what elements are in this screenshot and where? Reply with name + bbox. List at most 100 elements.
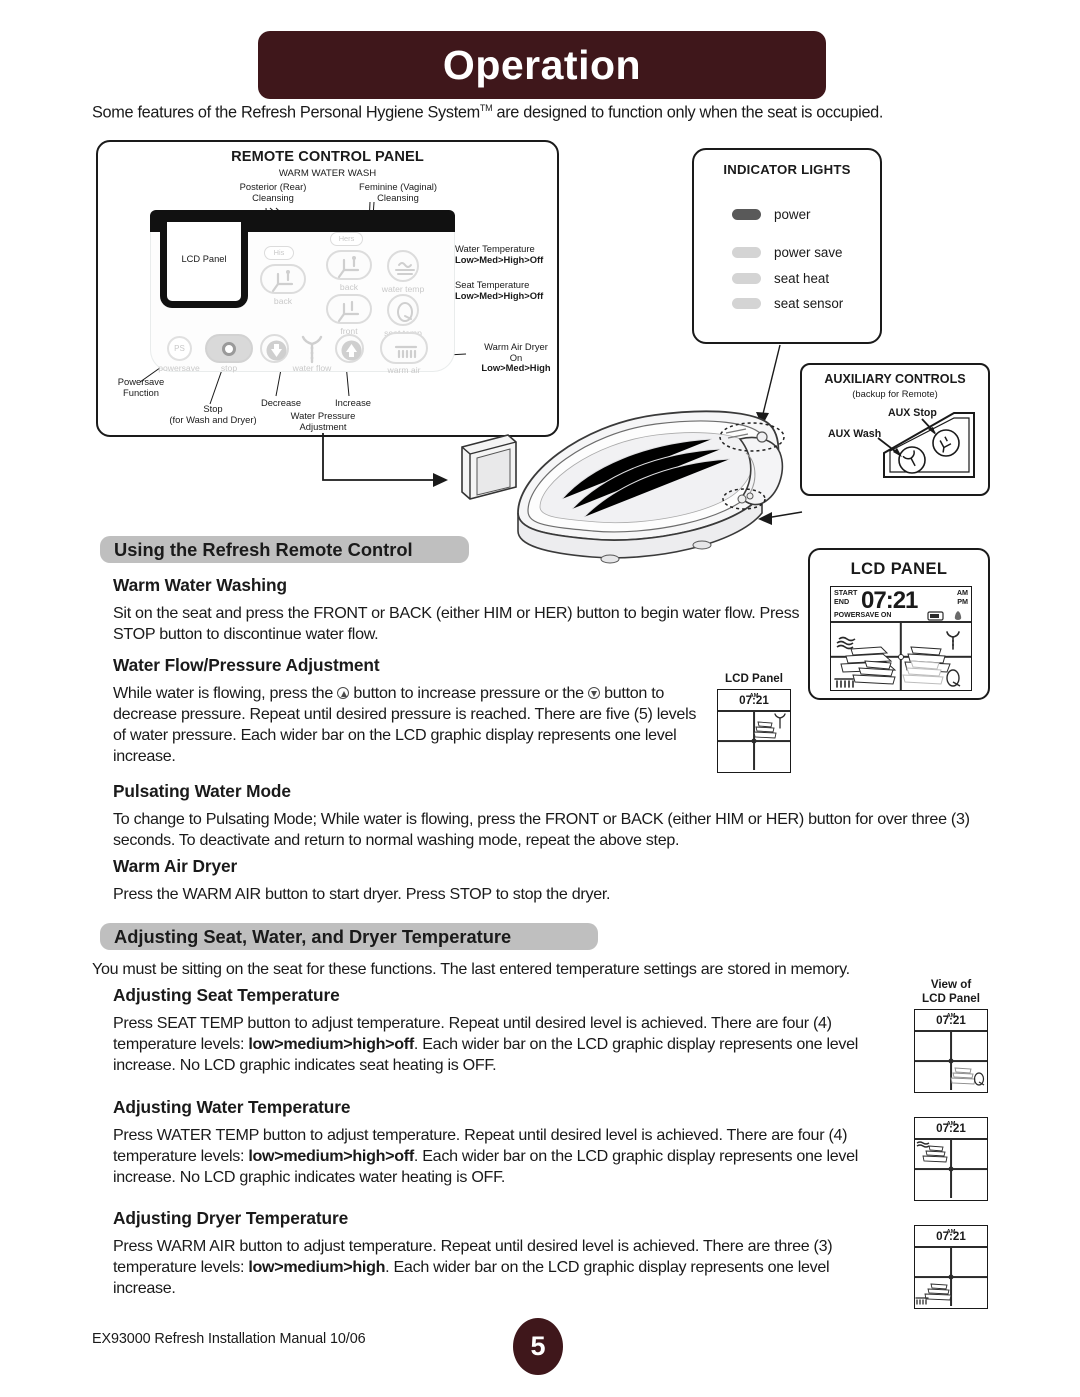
lcd-mini-pressure-view: LCD Panel 07:21 AM [713,672,795,773]
water-temp-icon [395,262,415,275]
remote-panel-title: REMOTE CONTROL PANEL [231,149,424,165]
view3-time: 07:21 AM [936,1229,966,1244]
view1-dot [948,1058,954,1064]
callout-water-pressure-adjustment: Water Pressure Adjustment [290,410,356,432]
stop-icon [222,341,236,356]
indicator-row-seat-heat: seat heat [732,271,829,286]
lcd-pm-label: PM [957,596,968,606]
indicator-label-seat-heat: seat heat [774,271,830,286]
indicator-row-power: power [732,207,810,222]
body-adjusting-dryer-temp: Press WARM AIR button to adjust temperat… [113,1236,893,1299]
seat-temp-levels: low>medium>high>off [248,1035,414,1054]
seat-sensor-led-icon [732,298,761,309]
lcd-view-dryer-temperature: 07:21 AM [914,1225,988,1310]
indicator-label-seat-sensor: seat sensor [774,296,844,311]
view2-time-row: 07:21 AM [915,1118,987,1141]
lcd-panel-title: LCD PANEL [850,560,948,578]
intro-text-before: Some features of the Refresh Personal Hy… [92,103,480,122]
decrease-pressure-glyph-icon [587,687,600,699]
increase-pressure-button[interactable] [335,334,364,363]
warm-air-button[interactable] [380,332,428,364]
trademark-symbol: TM [479,103,493,113]
powersave-label: powersave [158,363,200,373]
view2-dot [948,1166,954,1172]
lcd-mini-pressure-screen: 07:21 AM [717,688,791,773]
increase-pressure-glyph-icon [337,687,350,699]
callout-decrease: Decrease [260,397,302,408]
intro-text-after: are designed to function only when the s… [492,103,884,122]
body-pulsating-water-mode: To change to Pulsating Mode; While water… [113,810,970,850]
callout-increase: Increase [335,397,371,408]
seat-heat-led-icon [732,273,761,284]
view3-dot [948,1274,954,1280]
lcd-mini-pressure-time: 07:21 AM [739,692,769,707]
lcd-mini-pressure-body [718,711,790,770]
his-back-button[interactable] [260,264,306,294]
lcd-mini-views-group: View of LCD Panel 07:21 AM 07:21 AM 07:2… [906,978,996,1310]
front-button[interactable] [326,294,372,324]
body-adjusting-intro: You must be sitting on the seat for thes… [92,960,850,978]
powersave-button[interactable]: PS [167,336,192,361]
body-adjusting-seat-temp: Press SEAT TEMP button to adjust tempera… [113,1013,893,1076]
lcd-status-icons [927,611,962,621]
footer-manual-reference: EX93000 Refresh Installation Manual 10/0… [92,1331,366,1347]
indicator-lights-title: INDICATOR LIGHTS [723,162,851,177]
stop-button[interactable] [205,334,253,363]
lcd-mini-views-caption: View of LCD Panel [922,978,980,1005]
water-temp-levels: low>medium>high>off [248,1147,414,1166]
handheld-remote-illustration [461,434,517,500]
lcd-view-seat-temperature: 07:21 AM [914,1009,988,1094]
decrease-pressure-button[interactable] [260,334,289,363]
power-save-led-icon [732,247,761,258]
view2-body [915,1140,987,1199]
body-warm-water-washing: Sit on the seat and press the FRONT or B… [113,604,800,644]
heading-adjusting-water-temp: Adjusting Water Temperature [113,1097,351,1117]
intro-paragraph: Some features of the Refresh Personal Hy… [92,103,992,122]
view2-time: 07:21 AM [936,1121,966,1136]
callout-posterior-cleansing: Posterior (Rear) Cleansing [239,181,307,203]
heading-warm-water-washing: Warm Water Washing [113,575,287,595]
hers-back-button[interactable] [326,250,372,280]
view3-time-row: 07:21 AM [915,1226,987,1249]
water-flow-icon [296,334,328,364]
mini-center-dot [751,738,757,744]
lcd-start-end-labels: START END [834,588,857,606]
remote-control-panel-diagram: REMOTE CONTROL PANEL WARM WATER WASH Pos… [96,140,559,437]
seat-temp-icon [397,302,413,322]
lcd-mini-pressure-caption: LCD Panel [725,672,783,685]
indicator-label-power: power [774,207,811,222]
view3-body [915,1248,987,1307]
arrow-up-icon [341,340,362,361]
his-back-icon [271,270,294,293]
warm-air-label: warm air [387,365,421,375]
body-water-flow-pressure: While water is flowing, press the button… [113,683,703,767]
lcd-center-dot [898,653,904,660]
lcd-panel-diagram: LCD PANEL START END 07:21 AM PM POWERSAV… [808,548,990,700]
remote-panel-subtitle: WARM WATER WASH [278,168,377,179]
section2-header-text: Adjusting Seat, Water, and Dryer Tempera… [114,925,512,947]
bidet-seat-illustration [517,410,785,564]
callout-seat-temperature: Seat Temperature Low>Med>High>Off [455,279,544,301]
callout-feminine-cleansing: Feminine (Vaginal) Cleansing [359,181,437,203]
indicator-row-power-save: power save [732,245,842,260]
hers-back-label: back [339,282,359,292]
heading-pulsating-water-mode: Pulsating Water Mode [113,781,291,801]
water-temp-button[interactable] [387,250,419,282]
indicator-lights-diagram: INDICATOR LIGHTS power power save seat h… [692,148,882,344]
lcd-seat-icon [946,669,961,687]
lcd-screen: START END 07:21 AM PM POWERSAVE ON [830,586,972,691]
seat-temp-button[interactable] [387,294,419,326]
wfp-text-2: button to increase pressure or the [349,684,588,702]
view1-body [915,1032,987,1091]
heading-warm-air-dryer: Warm Air Dryer [113,856,238,876]
body-warm-air-dryer: Press the WARM AIR button to start dryer… [113,885,611,903]
lcd-time-display: 07:21 [861,587,918,614]
front-icon [337,300,360,323]
section-header-text: Using the Refresh Remote Control [114,538,413,560]
indicator-label-power-save: power save [774,245,843,260]
callout-water-temperature: Water Temperature Low>Med>High>Off [455,243,544,265]
manual-page: Operation Some features of the Refresh P… [0,0,1080,1397]
power-led-icon [732,209,761,220]
heading-water-flow-pressure: Water Flow/Pressure Adjustment [113,655,380,675]
view1-time: 07:21 AM [936,1013,966,1028]
